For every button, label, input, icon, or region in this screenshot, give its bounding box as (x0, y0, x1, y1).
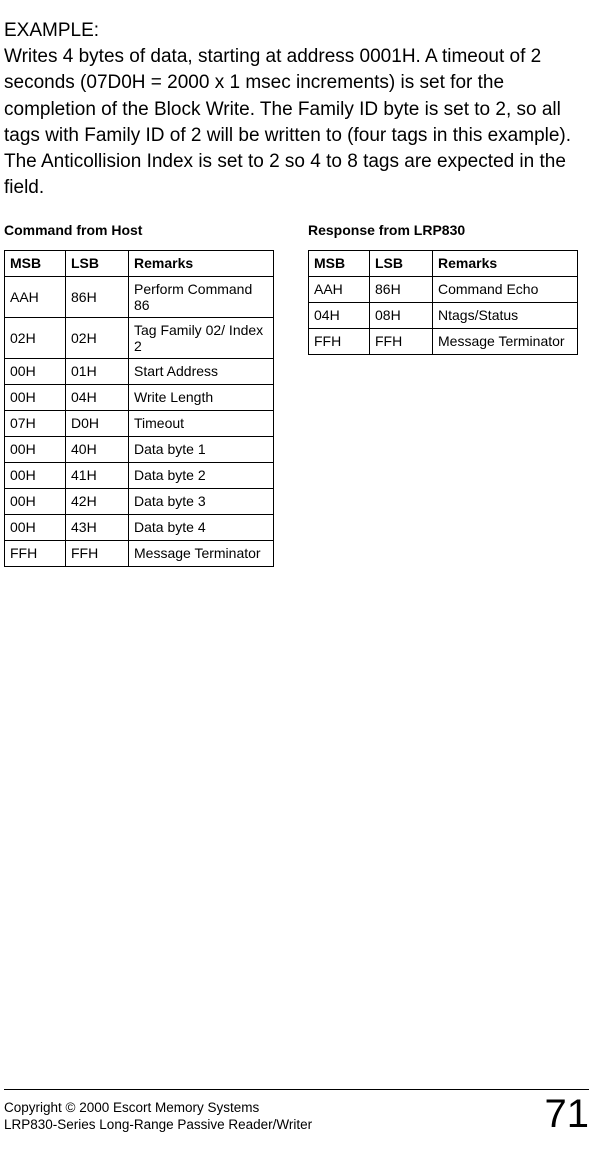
cell-rem: Data byte 4 (129, 514, 274, 540)
cell-msb: AAH (309, 276, 370, 302)
cell-rem: Tag Family 02/ Index 2 (129, 317, 274, 358)
cell-lsb: 01H (66, 358, 129, 384)
cell-lsb: FFH (370, 328, 433, 354)
cell-rem: Write Length (129, 384, 274, 410)
example-heading: EXAMPLE: Writes 4 bytes of data, startin… (4, 18, 589, 202)
response-table-body: AAH86HCommand Echo04H08HNtags/StatusFFHF… (309, 276, 578, 354)
cell-rem: Start Address (129, 358, 274, 384)
footer-line1: Copyright © 2000 Escort Memory Systems (4, 1100, 312, 1117)
table-row: 00H01HStart Address (5, 358, 274, 384)
body-text: Writes 4 bytes of data, starting at addr… (4, 46, 571, 198)
footer-line2: LRP830-Series Long-Range Passive Reader/… (4, 1117, 312, 1134)
table-row: 00H43HData byte 4 (5, 514, 274, 540)
table-header-row: MSB LSB Remarks (5, 250, 274, 276)
cell-rem: Message Terminator (129, 540, 274, 566)
table-row: 00H40HData byte 1 (5, 436, 274, 462)
cell-rem: Data byte 1 (129, 436, 274, 462)
header-remarks: Remarks (433, 250, 578, 276)
cell-rem: Perform Command 86 (129, 276, 274, 317)
cell-lsb: D0H (66, 410, 129, 436)
cell-rem: Message Terminator (433, 328, 578, 354)
footer-text: Copyright © 2000 Escort Memory Systems L… (4, 1100, 312, 1134)
cell-rem: Data byte 2 (129, 462, 274, 488)
page-number: 71 (545, 1094, 590, 1134)
cell-lsb: 02H (66, 317, 129, 358)
right-column: Response from LRP830 MSB LSB Remarks AAH… (308, 216, 578, 567)
cell-msb: FFH (309, 328, 370, 354)
table-header-row: MSB LSB Remarks (309, 250, 578, 276)
header-lsb: LSB (370, 250, 433, 276)
cell-lsb: 42H (66, 488, 129, 514)
cell-rem: Timeout (129, 410, 274, 436)
cell-msb: 04H (309, 302, 370, 328)
cell-msb: 02H (5, 317, 66, 358)
cell-rem: Command Echo (433, 276, 578, 302)
page: EXAMPLE: Writes 4 bytes of data, startin… (0, 0, 601, 567)
columns: Command from Host MSB LSB Remarks AAH86H… (4, 216, 589, 567)
table-row: 04H08HNtags/Status (309, 302, 578, 328)
table-row: AAH86HPerform Command 86 (5, 276, 274, 317)
cell-msb: 07H (5, 410, 66, 436)
table-row: 02H02HTag Family 02/ Index 2 (5, 317, 274, 358)
table-row: AAH86HCommand Echo (309, 276, 578, 302)
cell-lsb: 08H (370, 302, 433, 328)
cell-msb: AAH (5, 276, 66, 317)
cell-lsb: 86H (370, 276, 433, 302)
example-label: EXAMPLE: (4, 18, 589, 44)
header-msb: MSB (309, 250, 370, 276)
table-row: FFHFFHMessage Terminator (309, 328, 578, 354)
command-table: MSB LSB Remarks AAH86HPerform Command 86… (4, 250, 274, 567)
cell-msb: 00H (5, 488, 66, 514)
cell-msb: 00H (5, 358, 66, 384)
cell-lsb: 40H (66, 436, 129, 462)
cell-lsb: 86H (66, 276, 129, 317)
cell-rem: Data byte 3 (129, 488, 274, 514)
table-row: FFHFFHMessage Terminator (5, 540, 274, 566)
left-column: Command from Host MSB LSB Remarks AAH86H… (4, 216, 274, 567)
header-remarks: Remarks (129, 250, 274, 276)
cell-lsb: 43H (66, 514, 129, 540)
command-table-body: AAH86HPerform Command 8602H02HTag Family… (5, 276, 274, 566)
cell-msb: 00H (5, 436, 66, 462)
header-msb: MSB (5, 250, 66, 276)
cell-lsb: 41H (66, 462, 129, 488)
cell-msb: FFH (5, 540, 66, 566)
footer: Copyright © 2000 Escort Memory Systems L… (4, 1089, 589, 1134)
right-title: Response from LRP830 (308, 222, 578, 238)
cell-rem: Ntags/Status (433, 302, 578, 328)
cell-msb: 00H (5, 514, 66, 540)
header-lsb: LSB (66, 250, 129, 276)
cell-lsb: 04H (66, 384, 129, 410)
table-row: 00H41HData byte 2 (5, 462, 274, 488)
cell-msb: 00H (5, 384, 66, 410)
table-row: 00H42HData byte 3 (5, 488, 274, 514)
left-title: Command from Host (4, 222, 274, 238)
cell-msb: 00H (5, 462, 66, 488)
table-row: 07HD0HTimeout (5, 410, 274, 436)
table-row: 00H04HWrite Length (5, 384, 274, 410)
cell-lsb: FFH (66, 540, 129, 566)
response-table: MSB LSB Remarks AAH86HCommand Echo04H08H… (308, 250, 578, 355)
